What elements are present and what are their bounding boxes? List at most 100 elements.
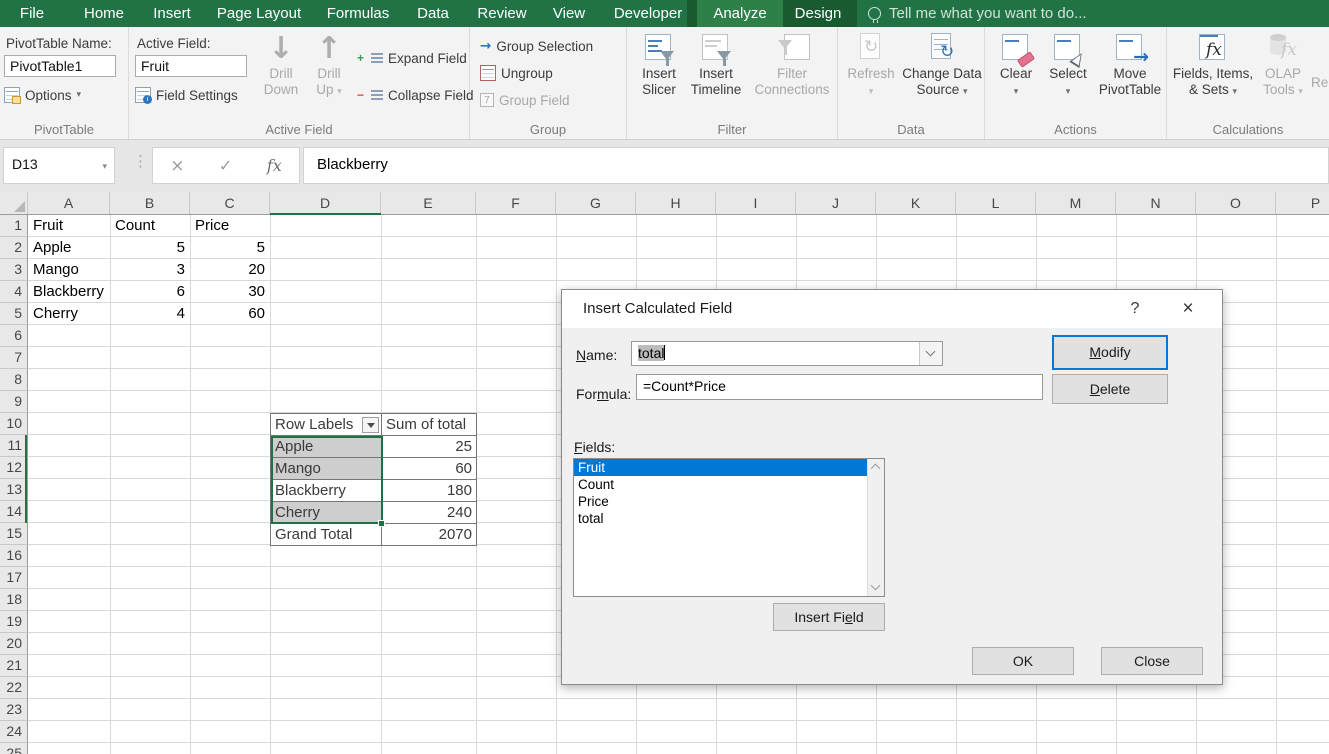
row-header-20[interactable]: 20 [0,633,28,655]
expand-field-button[interactable]: + Expand Field [355,47,467,69]
cell-A3[interactable]: Mango [28,259,110,281]
pivot-label-cell[interactable]: Mango [271,458,382,480]
cell-B2[interactable]: 5 [110,237,190,259]
pivot-value-cell[interactable]: 240 [382,502,477,524]
select-all-corner[interactable] [0,192,28,214]
row-header-7[interactable]: 7 [0,347,28,369]
pivot-label-cell[interactable]: Blackberry [271,480,382,502]
enter-check-icon[interactable]: ✓ [219,156,232,175]
row-header-18[interactable]: 18 [0,589,28,611]
column-header-F[interactable]: F [476,192,556,214]
group-field-button[interactable]: 7 Group Field [480,89,570,111]
fields-listbox[interactable]: FruitCountPricetotal [573,458,885,597]
insert-field-button[interactable]: Insert Field [773,603,885,631]
ok-button[interactable]: OK [972,647,1074,675]
row-header-9[interactable]: 9 [0,391,28,413]
name-combobox[interactable]: total [631,341,943,366]
row-header-13[interactable]: 13 [0,479,28,501]
refresh-button[interactable]: ↻ Refresh▾ [842,32,900,100]
row-header-16[interactable]: 16 [0,545,28,567]
cell-C2[interactable]: 5 [190,237,270,259]
column-header-L[interactable]: L [956,192,1036,214]
tab-home[interactable]: Home [76,0,132,27]
tab-data[interactable]: Data [408,0,458,27]
pivot-header-sum-of-total[interactable]: Sum of total [382,414,477,436]
group-selection-button[interactable]: → Group Selection [480,35,593,57]
cell-B3[interactable]: 3 [110,259,190,281]
dialog-titlebar[interactable]: Insert Calculated Field ? × [562,290,1222,328]
row-header-11[interactable]: 11 [0,435,28,457]
move-pivottable-button[interactable]: → MovePivotTable [1097,32,1163,98]
row-header-1[interactable]: 1 [0,215,28,237]
cell-C5[interactable]: 60 [190,303,270,325]
pivot-value-cell[interactable]: 60 [382,458,477,480]
options-button[interactable]: Options ▾ [4,84,81,106]
row-header-2[interactable]: 2 [0,237,28,259]
scroll-up-icon[interactable] [868,459,884,476]
tab-page-layout[interactable]: Page Layout [212,0,306,27]
field-item-fruit[interactable]: Fruit [574,459,884,476]
change-data-source-button[interactable]: ↻ Change DataSource ▾ [900,32,984,100]
column-header-A[interactable]: A [28,192,110,214]
filter-connections-button[interactable]: FilterConnections [749,32,835,98]
row-header-15[interactable]: 15 [0,523,28,545]
cell-B1[interactable]: Count [110,215,190,237]
fields-items-sets-button[interactable]: fx Fields, Items,& Sets ▾ [1173,32,1253,100]
row-header-5[interactable]: 5 [0,303,28,325]
collapse-field-button[interactable]: − Collapse Field [355,84,474,106]
column-header-I[interactable]: I [716,192,796,214]
row-header-22[interactable]: 22 [0,677,28,699]
tab-analyze[interactable]: Analyze [697,0,783,27]
name-box-dropdown-icon[interactable]: ▾ [102,162,107,172]
delete-button[interactable]: Delete [1052,374,1168,404]
dialog-help-button[interactable]: ? [1115,290,1155,328]
insert-timeline-button[interactable]: InsertTimeline [687,32,745,98]
clear-button[interactable]: Clear▾ [993,32,1039,100]
column-header-B[interactable]: B [110,192,190,214]
row-header-25[interactable]: 25 [0,743,28,754]
formula-bar-content[interactable]: Blackberry [303,147,1329,184]
column-header-O[interactable]: O [1196,192,1276,214]
formula-input[interactable]: =Count*Price [636,374,1043,400]
insert-slicer-button[interactable]: InsertSlicer [635,32,683,98]
tell-me-box[interactable]: Tell me what you want to do... [868,0,1087,27]
row-header-24[interactable]: 24 [0,721,28,743]
pivot-value-cell[interactable]: 25 [382,436,477,458]
selection-fill-handle[interactable] [378,520,385,527]
row-header-3[interactable]: 3 [0,259,28,281]
pivot-value-cell[interactable]: 2070 [382,524,477,546]
column-header-G[interactable]: G [556,192,636,214]
tab-design[interactable]: Design [783,0,853,27]
column-header-D[interactable]: D [270,192,381,214]
close-button[interactable]: Close [1101,647,1203,675]
cancel-icon[interactable]: × [170,156,184,176]
row-header-21[interactable]: 21 [0,655,28,677]
pivot-value-cell[interactable]: 180 [382,480,477,502]
cell-B4[interactable]: 6 [110,281,190,303]
cell-C3[interactable]: 20 [190,259,270,281]
pivottable-name-input[interactable]: PivotTable1 [4,55,116,77]
ungroup-button[interactable]: Ungroup [480,62,553,84]
name-combo-dropdown-button[interactable] [919,342,942,365]
field-settings-button[interactable]: i Field Settings [135,84,238,106]
olap-tools-button[interactable]: fx OLAPTools ▾ [1257,32,1309,100]
row-header-23[interactable]: 23 [0,699,28,721]
modify-button[interactable]: Modify [1052,335,1168,370]
pivot-label-cell[interactable]: Cherry [271,502,382,524]
drill-down-button[interactable]: ↓ DrillDown [259,32,303,98]
insert-function-icon[interactable]: fx [267,156,282,175]
pivot-label-cell[interactable]: Grand Total [271,524,382,546]
row-header-8[interactable]: 8 [0,369,28,391]
select-button[interactable]: Select▾ [1043,32,1093,100]
cell-B5[interactable]: 4 [110,303,190,325]
cell-A5[interactable]: Cherry [28,303,110,325]
name-box[interactable]: D13 ▾ [3,147,115,184]
formula-bar-drag-handle[interactable]: ⋮ [133,152,148,170]
tab-developer[interactable]: Developer [606,0,690,27]
pivot-label-cell[interactable]: Apple [271,436,382,458]
cell-A4[interactable]: Blackberry [28,281,110,303]
column-header-K[interactable]: K [876,192,956,214]
tab-insert[interactable]: Insert [146,0,198,27]
field-item-price[interactable]: Price [574,493,884,510]
active-field-input[interactable]: Fruit [135,55,247,77]
